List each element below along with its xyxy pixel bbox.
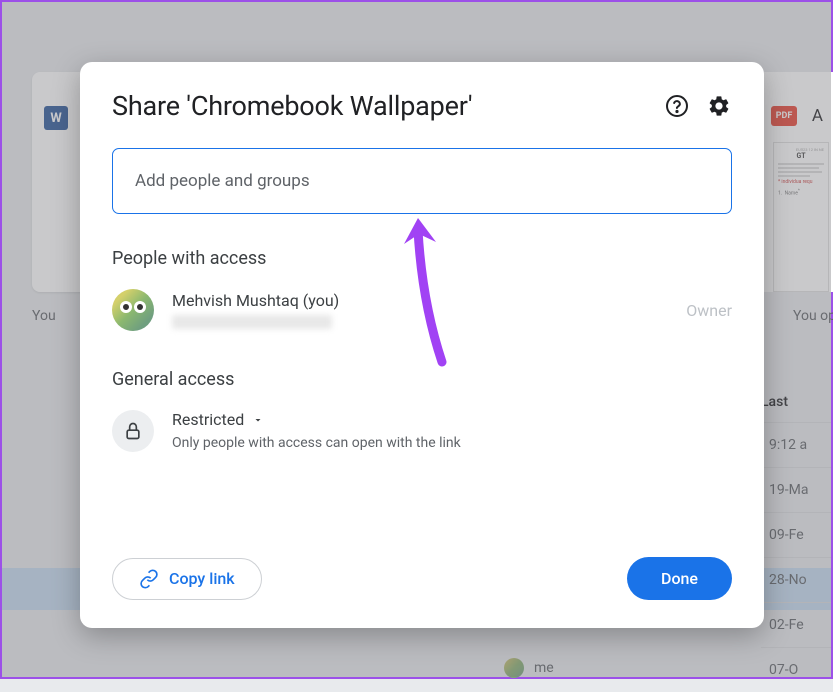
chevron-down-icon [252,414,264,426]
avatar-icon [112,289,154,331]
link-icon [139,569,159,589]
copy-link-button[interactable]: Copy link [112,558,262,600]
share-dialog: Share 'Chromebook Wallpaper' People with… [80,62,764,628]
settings-icon[interactable] [706,93,732,119]
person-role: Owner [686,301,732,320]
person-email-redacted [172,315,332,329]
general-access-row: Restricted Only people with access can o… [112,410,732,452]
help-icon[interactable] [664,93,690,119]
person-row: Mehvish Mushtaq (you) Owner [112,289,732,331]
people-access-heading: People with access [112,248,732,269]
lock-icon [112,410,154,452]
dialog-header: Share 'Chromebook Wallpaper' [112,90,732,122]
add-people-input[interactable] [112,148,732,214]
done-button[interactable]: Done [627,557,732,600]
general-access-heading: General access [112,369,732,390]
dialog-title: Share 'Chromebook Wallpaper' [112,90,472,122]
access-type-label: Restricted [172,410,244,429]
copy-link-label: Copy link [169,569,235,588]
person-name: Mehvish Mushtaq (you) [172,291,668,310]
access-description: Only people with access can open with th… [172,435,732,451]
access-type-dropdown[interactable]: Restricted [172,410,732,429]
